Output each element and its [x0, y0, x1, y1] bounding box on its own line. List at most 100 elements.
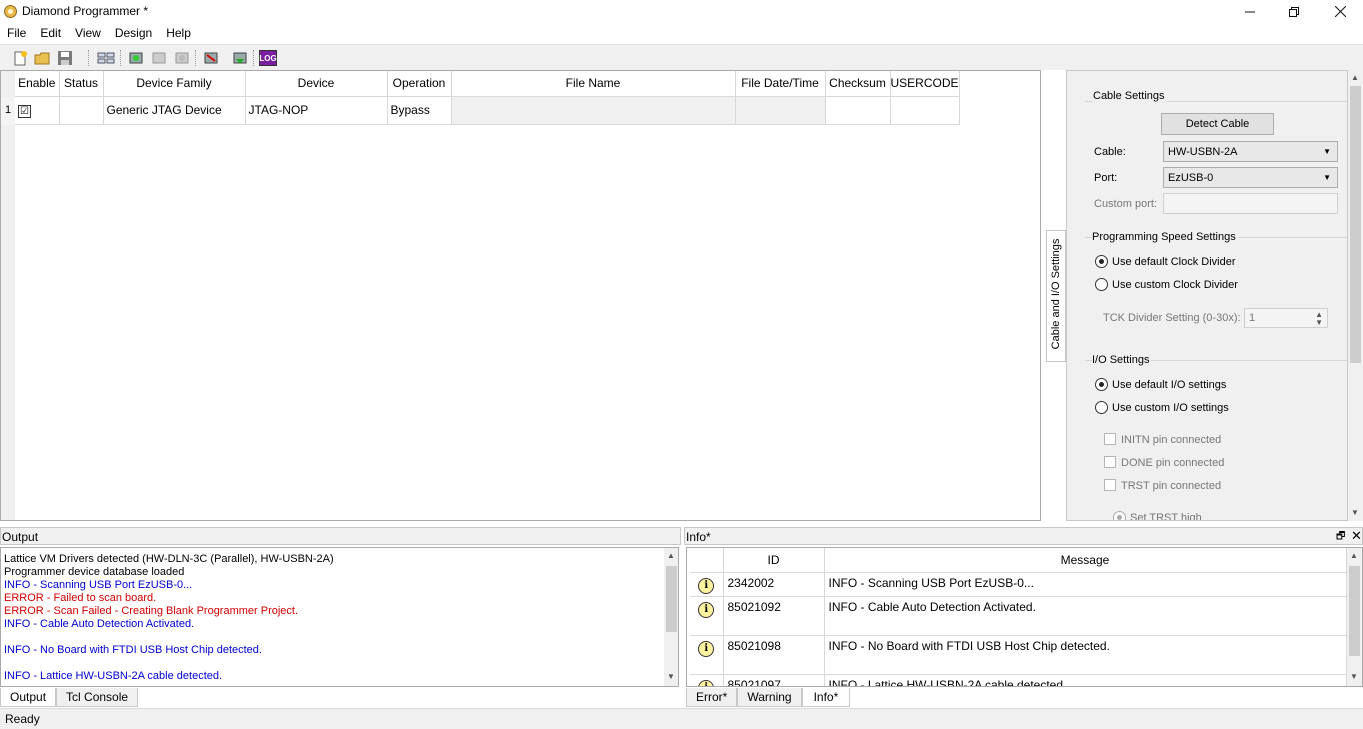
scan-chain-button[interactable]: [97, 49, 115, 67]
id-cell[interactable]: 2342002: [723, 572, 825, 597]
device-cell[interactable]: JTAG-NOP: [245, 96, 388, 125]
cable-select[interactable]: HW-USBN-2A ▼: [1163, 141, 1338, 162]
row-number[interactable]: 1: [1, 97, 15, 125]
tab-error[interactable]: Error*: [686, 688, 738, 707]
icon-cell: i: [690, 635, 724, 675]
menu-file[interactable]: File: [0, 23, 33, 43]
file-date-cell[interactable]: [735, 96, 826, 125]
log-icon-label: LOG: [259, 53, 277, 63]
settings-scrollbar[interactable]: ▲ ▼: [1348, 70, 1363, 521]
log-button[interactable]: LOG: [259, 49, 277, 67]
open-project-button[interactable]: [33, 49, 51, 67]
scroll-up-icon[interactable]: ▲: [1351, 73, 1359, 82]
col-usercode[interactable]: USERCODE: [890, 71, 960, 97]
trst-label[interactable]: TRST pin connected: [1121, 480, 1221, 492]
table-row[interactable]: ☑ Generic JTAG Device JTAG-NOP Bypass: [15, 96, 960, 125]
enable-cell[interactable]: ☑: [15, 96, 60, 125]
custom-clock-divider-label[interactable]: Use custom Clock Divider: [1112, 279, 1238, 291]
custom-port-input[interactable]: [1163, 193, 1338, 214]
default-io-settings-radio[interactable]: [1095, 378, 1108, 391]
default-io-settings-label[interactable]: Use default I/O settings: [1112, 379, 1226, 391]
program-button[interactable]: [127, 49, 145, 67]
port-select[interactable]: EzUSB-0 ▼: [1163, 167, 1338, 188]
status-cell[interactable]: [59, 96, 104, 125]
set-trst-high-radio[interactable]: [1113, 511, 1126, 520]
tab-output[interactable]: Output: [0, 688, 57, 707]
menu-view[interactable]: View: [68, 23, 108, 43]
menu-edit[interactable]: Edit: [33, 23, 68, 43]
tab-info[interactable]: Info*: [801, 688, 851, 707]
id-cell[interactable]: 85021097: [723, 674, 825, 686]
col-device[interactable]: Device: [245, 71, 388, 97]
menu-help[interactable]: Help: [159, 23, 198, 43]
new-project-button[interactable]: [11, 49, 29, 67]
info-icon: i: [698, 601, 715, 618]
col-id[interactable]: ID: [723, 548, 825, 573]
default-clock-divider-label[interactable]: Use default Clock Divider: [1112, 256, 1236, 268]
message-cell[interactable]: INFO - No Board with FTDI USB Host Chip …: [824, 635, 1347, 675]
custom-io-settings-label[interactable]: Use custom I/O settings: [1112, 402, 1229, 414]
default-clock-divider-radio[interactable]: [1095, 255, 1108, 268]
col-message[interactable]: Message: [824, 548, 1347, 573]
save-button[interactable]: [56, 49, 74, 67]
col-checksum[interactable]: Checksum: [825, 71, 891, 97]
family-cell[interactable]: Generic JTAG Device: [103, 96, 246, 125]
title-bar: Diamond Programmer *: [0, 0, 1363, 23]
custom-io-settings-radio[interactable]: [1095, 401, 1108, 414]
program-disabled-2-button[interactable]: [173, 49, 191, 67]
col-device-family[interactable]: Device Family: [103, 71, 246, 97]
set-trst-high-label[interactable]: Set TRST high: [1130, 512, 1202, 520]
menu-design[interactable]: Design: [108, 23, 159, 43]
scroll-up-icon[interactable]: ▲: [1350, 551, 1358, 560]
close-panel-icon[interactable]: ✕: [1351, 528, 1362, 544]
scroll-down-icon[interactable]: ▼: [1350, 672, 1358, 681]
download-button[interactable]: [231, 49, 249, 67]
initn-label[interactable]: INITN pin connected: [1121, 434, 1221, 446]
spin-down-icon[interactable]: ▼: [1315, 318, 1323, 327]
col-file-name[interactable]: File Name: [451, 71, 736, 97]
scrollbar-thumb[interactable]: [1350, 86, 1361, 363]
restore-button[interactable]: [1271, 0, 1317, 23]
minimize-button[interactable]: [1227, 0, 1273, 23]
message-cell[interactable]: INFO - Cable Auto Detection Activated.: [824, 596, 1347, 636]
id-cell[interactable]: 85021098: [723, 635, 825, 675]
table-row[interactable]: i 85021098 INFO - No Board with FTDI USB…: [690, 635, 1347, 675]
close-button[interactable]: [1317, 0, 1363, 23]
output-scrollbar[interactable]: ▲ ▼: [664, 548, 678, 686]
scroll-up-icon[interactable]: ▲: [667, 551, 675, 560]
done-label[interactable]: DONE pin connected: [1121, 457, 1224, 469]
info-scrollbar[interactable]: ▲ ▼: [1347, 548, 1362, 686]
table-row[interactable]: i 85021092 INFO - Cable Auto Detection A…: [690, 596, 1347, 636]
tck-divider-spinbox[interactable]: 1 ▲ ▼: [1244, 308, 1328, 328]
tck-divider-label: TCK Divider Setting (0-30x):: [1103, 312, 1241, 324]
initn-checkbox[interactable]: [1104, 433, 1116, 445]
scroll-down-icon[interactable]: ▼: [667, 672, 675, 681]
detect-cable-button[interactable]: Detect Cable: [1161, 113, 1274, 135]
trst-checkbox[interactable]: [1104, 479, 1116, 491]
abort-button[interactable]: [202, 49, 220, 67]
table-row[interactable]: i 85021097 INFO - Lattice HW-USBN-2A cab…: [690, 674, 1347, 686]
done-checkbox[interactable]: [1104, 456, 1116, 468]
scroll-down-icon[interactable]: ▼: [1351, 508, 1359, 517]
id-cell[interactable]: 85021092: [723, 596, 825, 636]
enable-checkbox[interactable]: ☑: [18, 104, 31, 118]
float-panel-icon[interactable]: 🗗: [1336, 529, 1345, 546]
col-operation[interactable]: Operation: [387, 71, 452, 97]
program-disabled-button[interactable]: [150, 49, 168, 67]
table-row[interactable]: i 2342002 INFO - Scanning USB Port EzUSB…: [690, 572, 1347, 597]
col-enable[interactable]: Enable: [15, 71, 60, 97]
tab-warning[interactable]: Warning: [737, 688, 802, 707]
usercode-cell[interactable]: [890, 96, 960, 125]
checksum-cell[interactable]: [825, 96, 891, 125]
file-name-cell[interactable]: [451, 96, 736, 125]
message-cell[interactable]: INFO - Lattice HW-USBN-2A cable detected…: [824, 674, 1347, 686]
col-status[interactable]: Status: [59, 71, 104, 97]
operation-cell[interactable]: Bypass: [387, 96, 452, 125]
custom-clock-divider-radio[interactable]: [1095, 278, 1108, 291]
tab-tcl-console[interactable]: Tcl Console: [56, 688, 139, 707]
message-cell[interactable]: INFO - Scanning USB Port EzUSB-0...: [824, 572, 1347, 597]
scrollbar-thumb[interactable]: [1349, 566, 1360, 656]
scrollbar-thumb[interactable]: [666, 566, 677, 632]
cable-io-settings-tab[interactable]: Cable and I/O Settings: [1046, 230, 1066, 362]
col-file-date[interactable]: File Date/Time: [735, 71, 826, 97]
